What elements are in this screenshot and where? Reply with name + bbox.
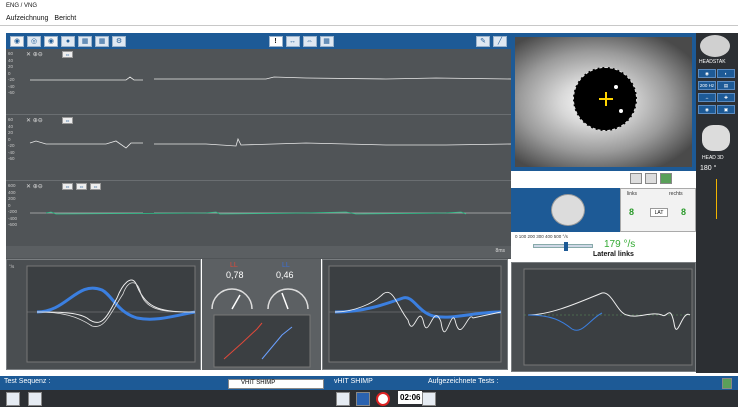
trace-line <box>29 137 511 149</box>
right-count: 8 <box>681 207 687 217</box>
velocity-graph <box>511 262 696 372</box>
menu-bericht[interactable]: Bericht <box>54 15 76 23</box>
trace-line <box>30 211 511 215</box>
settings-icon[interactable]: ⚙ <box>112 35 126 47</box>
sequence-select[interactable]: VHIT SHIMP <box>228 379 324 389</box>
right-label: rechts <box>669 191 683 197</box>
chart-button[interactable]: ▤ <box>717 81 735 90</box>
left-label: links <box>627 191 638 197</box>
bottom-bar: Test Sequenz : VHIT SHIMP vHIT SHIMP Auf… <box>0 376 738 407</box>
trace-horizontal: 60 40 20 0 -20 -40 -60 ✕ ⊕⊖ ▭ <box>6 49 511 115</box>
timer: 02:06 <box>398 391 423 404</box>
menu-bar: Aufzeichnung Bericht <box>0 13 738 26</box>
view-button[interactable]: ◉ <box>698 105 716 114</box>
speed-value: 179 °/s <box>604 239 636 250</box>
head3d-label: HEAD 3D <box>702 155 724 161</box>
camera2-icon[interactable]: ◉ <box>44 35 58 47</box>
alert-icon[interactable]: ! <box>268 35 283 47</box>
move-icon[interactable] <box>422 392 436 406</box>
timeline-label: 8ms <box>495 248 505 254</box>
rate-button[interactable]: 200 Hz <box>698 81 716 90</box>
glint <box>614 85 618 89</box>
test-sequence-label: Test Sequenz : <box>4 378 51 385</box>
right-gain: 0,46 <box>276 270 294 280</box>
crosshair <box>605 92 607 106</box>
headstak-label: HEADSTAK <box>699 59 726 65</box>
head3d-icon <box>702 125 730 151</box>
pen-icon[interactable]: ✎ <box>476 35 490 47</box>
record-icon[interactable] <box>630 173 642 184</box>
menu-aufzeichnung[interactable]: Aufzeichnung <box>6 15 48 23</box>
eye-image <box>515 37 692 167</box>
line-icon[interactable]: ╱ <box>493 35 507 47</box>
headset-button[interactable]: ◐ <box>717 69 735 78</box>
trace-area: 60 40 20 0 -20 -40 -60 ✕ ⊕⊖ ▭ 60 40 20 0 -20 -40 -60… <box>6 49 511 259</box>
left-side-label: LL <box>230 262 238 269</box>
velocity-chart <box>523 268 693 366</box>
shimp-label: vHIT SHIMP <box>334 378 373 385</box>
grid-icon[interactable]: ▦ <box>78 35 92 47</box>
impulse-chart-left <box>26 265 196 363</box>
speed-slider[interactable] <box>533 242 593 251</box>
toolbar: ◉ ◎ ◉ ● ▦ ▦ ⚙ ! ↔ ⇔ ▦ ✎ ╱ <box>6 33 511 49</box>
trace-line <box>30 76 511 81</box>
trace-vertical: 60 40 20 0 -20 -40 -60 ✕ ⊕⊖ ▭ <box>6 115 511 181</box>
head-icon[interactable] <box>336 392 350 406</box>
speed-ticks: 0 100 200 300 400 500 °/s <box>515 234 568 239</box>
move-icon[interactable] <box>6 392 20 406</box>
angle-value: 180 ° <box>700 165 717 172</box>
right-side-label: LL <box>282 262 290 269</box>
level-indicator <box>716 179 717 219</box>
head-icon <box>551 194 585 226</box>
impulse-plot-left: °/s <box>6 259 201 370</box>
speed-area: 0 100 200 300 400 500 °/s 179 °/s Latera… <box>511 232 696 262</box>
impulse-plot-right <box>322 259 508 370</box>
left-count: 8 <box>629 207 635 217</box>
head-icon[interactable] <box>28 392 42 406</box>
arrows-button[interactable]: ↔ <box>698 93 716 102</box>
grid3-icon[interactable]: ▦ <box>319 35 334 47</box>
record-icon[interactable]: ● <box>61 35 75 47</box>
left-right-counter: links rechts 8 8 LAT <box>620 188 696 232</box>
brightness-icon[interactable] <box>645 173 657 184</box>
plus-button[interactable]: ✚ <box>717 93 735 102</box>
recorded-tests-label: Aufgezeichnete Tests : <box>428 378 499 385</box>
record-button[interactable] <box>376 392 390 406</box>
right-strip: HEADSTAK ◉ ◐ 200 Hz ▤ ↔ ✚ ◉ ▣ HEAD 3D 18… <box>696 33 738 373</box>
camera-button[interactable]: ◉ <box>698 69 716 78</box>
glint <box>619 109 623 113</box>
grid2-icon[interactable]: ▦ <box>95 35 109 47</box>
timeline-axis: 8ms <box>6 246 511 258</box>
stop-button[interactable] <box>356 392 370 406</box>
gauges <box>211 288 311 368</box>
impulse-chart-right <box>328 265 502 363</box>
slider-handle[interactable] <box>564 242 568 251</box>
move-icon[interactable]: ↔ <box>285 35 300 47</box>
y-unit: °/s <box>9 264 15 269</box>
window-title: ENG / VNG <box>0 0 738 12</box>
trace-head: 600 400 200 0 -200 -400 -600 ✕ ⊕⊖ ▭ ▭ ▭ <box>6 181 511 247</box>
refresh-icon[interactable] <box>660 173 672 184</box>
eye-icon[interactable]: ◎ <box>27 35 41 47</box>
direction-label: Lateral links <box>593 251 634 258</box>
center-label: LAT <box>650 208 668 217</box>
user-button[interactable]: ▣ <box>717 105 735 114</box>
gain-panel: LL LL 0,78 0,46 <box>202 259 321 370</box>
head-icon <box>700 35 730 57</box>
camera-view <box>511 33 696 171</box>
resize-icon[interactable]: ⇔ <box>302 35 317 47</box>
camera-tools <box>630 173 696 185</box>
save-icon[interactable] <box>722 378 732 389</box>
left-gain: 0,78 <box>226 270 244 280</box>
camera-icon[interactable]: ◉ <box>10 35 24 47</box>
